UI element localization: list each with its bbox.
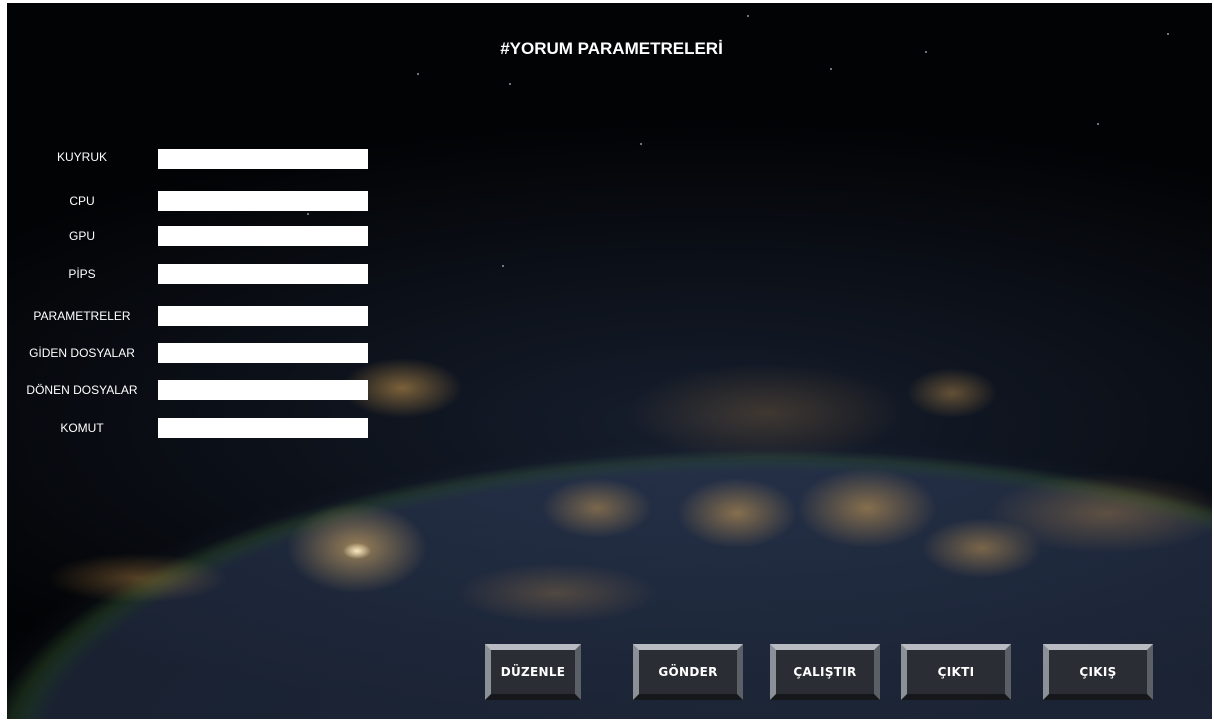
star: [830, 68, 832, 70]
komut-label: KOMUT: [60, 421, 104, 435]
cpu-input[interactable]: [158, 191, 368, 211]
cikis-button[interactable]: ÇIKIŞ: [1043, 644, 1153, 700]
main-window: #YORUM PARAMETRELERİ KUYRUK CPU GPU PİPS…: [7, 3, 1212, 719]
calistir-button[interactable]: ÇALIŞTIR: [770, 644, 880, 700]
gonder-button[interactable]: GÖNDER: [633, 644, 743, 700]
star: [307, 213, 309, 215]
parametreler-label: PARAMETRELER: [33, 309, 131, 323]
star: [509, 83, 511, 85]
duzenle-button[interactable]: DÜZENLE: [485, 644, 581, 700]
kuyruk-input[interactable]: [158, 149, 368, 169]
gpu-input[interactable]: [158, 226, 368, 246]
gpu-label: GPU: [68, 229, 95, 243]
pips-label: PİPS: [68, 267, 96, 281]
cikti-button[interactable]: ÇIKTI: [901, 644, 1011, 700]
komut-input[interactable]: [158, 418, 368, 438]
giden-dosyalar-input[interactable]: [158, 343, 368, 363]
donen-dosyalar-input[interactable]: [158, 380, 368, 400]
star: [1097, 123, 1099, 125]
star: [502, 265, 504, 267]
pips-input[interactable]: [158, 264, 368, 284]
cpu-label: CPU: [69, 194, 95, 208]
star: [417, 73, 419, 75]
star: [1167, 33, 1169, 35]
giden-dosyalar-label: GİDEN DOSYALAR: [29, 346, 135, 360]
star: [640, 143, 642, 145]
donen-dosyalar-label: DÖNEN DOSYALAR: [26, 383, 138, 397]
page-title: #YORUM PARAMETRELERİ: [500, 39, 723, 58]
parametreler-input[interactable]: [158, 306, 368, 326]
kuyruk-label: KUYRUK: [56, 150, 107, 164]
star: [747, 15, 749, 17]
